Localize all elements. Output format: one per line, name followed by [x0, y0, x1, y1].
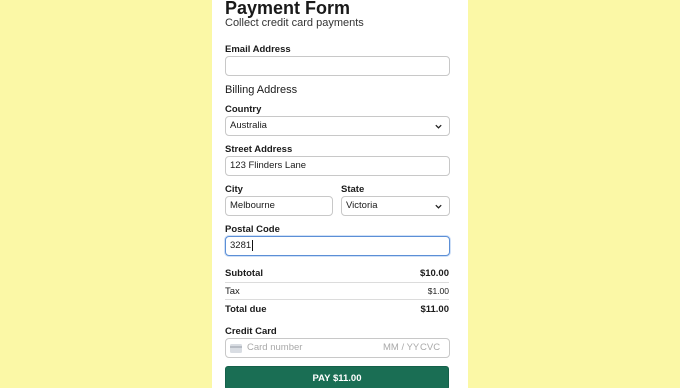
tax-label: Tax: [225, 286, 240, 297]
payment-form-panel: Payment Form Collect credit card payment…: [212, 0, 468, 388]
city-field[interactable]: Melbourne: [225, 196, 333, 216]
country-label: Country: [225, 104, 262, 115]
state-label: State: [341, 184, 365, 195]
street-address-value: 123 Flinders Lane: [230, 160, 307, 171]
country-select[interactable]: Australia: [225, 116, 450, 136]
total-due-label: Total due: [225, 304, 267, 315]
email-label: Email Address: [225, 44, 291, 55]
text-caret: [252, 239, 254, 251]
city-label: City: [225, 184, 243, 195]
credit-card-icon: [230, 344, 242, 353]
postal-code-field[interactable]: 3281: [225, 236, 450, 256]
subtotal-label: Subtotal: [225, 268, 263, 279]
chevron-down-icon: [435, 204, 442, 209]
tax-value: $1.00: [427, 286, 449, 296]
postal-code-label: Postal Code: [225, 224, 280, 235]
card-expiry-placeholder[interactable]: MM / YY: [383, 339, 419, 357]
chevron-down-icon: [435, 124, 442, 129]
street-address-label: Street Address: [225, 144, 293, 155]
street-address-field[interactable]: 123 Flinders Lane: [225, 156, 450, 176]
total-due-value: $11.00: [420, 304, 449, 315]
city-value: Melbourne: [230, 200, 275, 211]
email-field[interactable]: [225, 56, 450, 76]
billing-address-heading: Billing Address: [225, 84, 298, 96]
state-select[interactable]: Victoria: [341, 196, 450, 216]
card-cvc-placeholder[interactable]: CVC: [420, 339, 440, 357]
summary-divider: [225, 282, 449, 283]
form-subtitle: Collect credit card payments: [225, 17, 364, 29]
credit-card-label: Credit Card: [225, 326, 277, 337]
pay-button[interactable]: PAY $11.00: [225, 366, 449, 388]
card-number-placeholder[interactable]: Card number: [247, 339, 302, 357]
credit-card-field[interactable]: Card number MM / YY CVC: [225, 338, 450, 358]
postal-code-value: 3281: [230, 240, 252, 251]
country-value: Australia: [230, 120, 267, 131]
subtotal-value: $10.00: [419, 268, 449, 279]
state-value: Victoria: [346, 200, 378, 211]
summary-divider: [225, 299, 449, 300]
